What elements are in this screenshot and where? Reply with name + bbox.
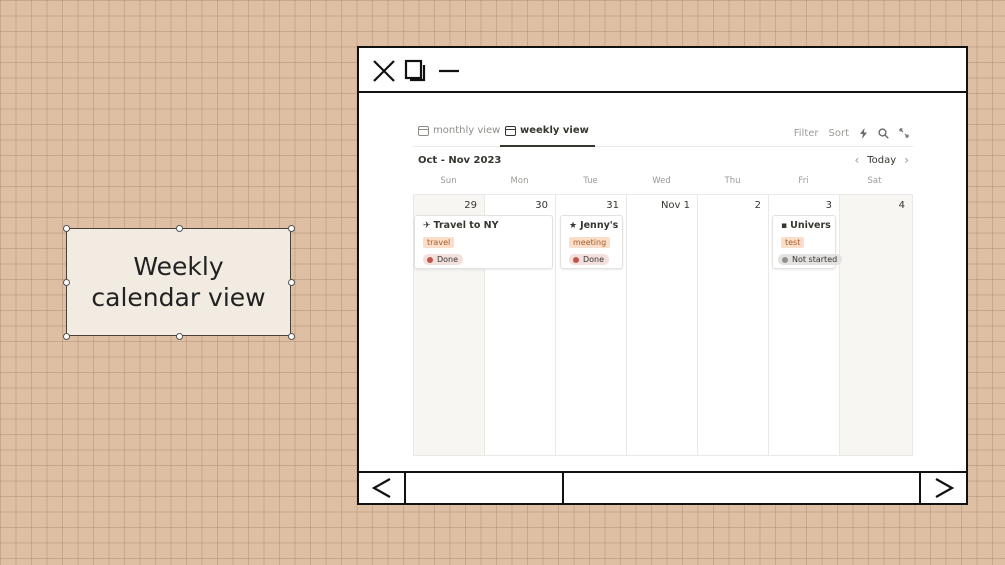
event-tag: travel	[423, 237, 455, 248]
close-icon[interactable]	[371, 58, 397, 84]
filter-button[interactable]: Filter	[794, 128, 819, 139]
today-button[interactable]: Today	[867, 155, 896, 166]
chevron-left-icon	[371, 478, 391, 498]
weekly-calendar-label-box[interactable]: Weekly calendar view	[62, 224, 295, 340]
chevron-left-icon[interactable]: ‹	[854, 154, 859, 166]
document-icon: ▪	[781, 220, 788, 231]
chevron-right-icon	[935, 478, 955, 498]
day-number: 2	[754, 200, 761, 211]
address-bar-segment[interactable]	[564, 473, 921, 503]
day-number: 3	[825, 200, 832, 211]
tab-label: monthly view	[433, 125, 501, 136]
event-title: ▪ Univers…	[781, 220, 831, 231]
window-bottom-bar	[359, 471, 966, 503]
event-title: ★ Jenny's…	[569, 220, 618, 231]
maximize-icon[interactable]	[403, 58, 429, 84]
day-cell-wed[interactable]: Nov 1	[627, 195, 698, 455]
date-navigation: ‹ Today ›	[854, 154, 909, 166]
status-badge: Done	[569, 254, 610, 265]
lightning-icon[interactable]	[859, 127, 868, 139]
status-badge: Not started	[778, 254, 843, 265]
search-icon[interactable]	[878, 127, 889, 139]
sort-button[interactable]: Sort	[829, 128, 850, 139]
resize-handle-top-left[interactable]	[62, 224, 70, 232]
resize-handle-middle-right[interactable]	[287, 278, 295, 286]
day-number: 31	[606, 200, 619, 211]
weekday-label: Wed	[652, 176, 671, 186]
weekday-label: Thu	[724, 176, 741, 186]
event-card[interactable]: ▪ Univers… test Not started	[772, 215, 843, 269]
minimize-icon[interactable]	[436, 58, 462, 84]
weekday-label: Tue	[583, 176, 598, 186]
calendar-database: monthly view weekly view Filter Sort Oct…	[413, 120, 913, 460]
status-dot-icon	[573, 256, 579, 263]
star-icon: ★	[569, 220, 578, 231]
event-title: ✈ Travel to NY	[423, 220, 548, 231]
chevron-right-icon[interactable]: ›	[904, 154, 909, 166]
weekday-label: Mon	[510, 176, 529, 186]
event-card[interactable]: ★ Jenny's… meeting Done	[560, 215, 623, 269]
resize-handle-top-center[interactable]	[175, 224, 183, 232]
table-icon	[418, 126, 429, 136]
resize-handle-bottom-left[interactable]	[62, 332, 70, 340]
weekday-header: Sun Mon Tue Wed Thu Fri Sat	[413, 176, 913, 190]
event-title-text: Univers…	[790, 220, 831, 231]
weekday-label: Fri	[798, 176, 809, 186]
event-tag: meeting	[569, 237, 611, 248]
status-text: Not started	[792, 255, 838, 264]
date-range-title: Oct - Nov 2023	[418, 155, 502, 166]
tab-weekly-view[interactable]: weekly view	[500, 125, 595, 147]
resize-handle-middle-left[interactable]	[62, 278, 70, 286]
view-tabs: monthly view weekly view Filter Sort	[413, 120, 913, 147]
status-text: Done	[437, 255, 459, 264]
resize-handle-bottom-center[interactable]	[175, 332, 183, 340]
day-number: 4	[898, 200, 905, 211]
status-badge: Done	[423, 254, 464, 265]
status-dot-icon	[427, 256, 433, 263]
event-title-text: Jenny's…	[580, 220, 618, 231]
expand-icon[interactable]	[899, 128, 909, 138]
day-number: Nov 1	[660, 200, 690, 211]
table-icon	[505, 126, 516, 136]
forward-button[interactable]	[921, 473, 966, 503]
weekday-label: Sun	[440, 176, 457, 186]
status-text: Done	[583, 255, 605, 264]
resize-handle-top-right[interactable]	[287, 224, 295, 232]
view-toolbar: Filter Sort	[794, 126, 909, 140]
status-dot-icon	[782, 256, 788, 263]
day-number: 29	[464, 200, 477, 211]
day-number: 30	[535, 200, 548, 211]
label-text: Weekly calendar view	[91, 252, 266, 312]
airplane-icon: ✈	[423, 220, 431, 231]
week-grid: 29 30 31 Nov 1 2 3 4 ✈ Travel to NY trav…	[413, 194, 913, 456]
tab-monthly-view[interactable]: monthly view	[418, 125, 500, 147]
day-cell-sat[interactable]: 4	[840, 195, 912, 455]
resize-handle-bottom-right[interactable]	[287, 332, 295, 340]
back-button[interactable]	[359, 473, 406, 503]
tab-label: weekly view	[520, 125, 589, 136]
event-card[interactable]: ✈ Travel to NY travel Done	[414, 215, 553, 269]
day-cell-thu[interactable]: 2	[698, 195, 769, 455]
window-titlebar	[359, 48, 966, 93]
event-tag: test	[781, 237, 805, 248]
weekday-label: Sat	[867, 176, 882, 186]
browser-window: monthly view weekly view Filter Sort Oct…	[357, 46, 968, 505]
address-bar-segment[interactable]	[406, 473, 564, 503]
event-title-text: Travel to NY	[433, 220, 499, 231]
